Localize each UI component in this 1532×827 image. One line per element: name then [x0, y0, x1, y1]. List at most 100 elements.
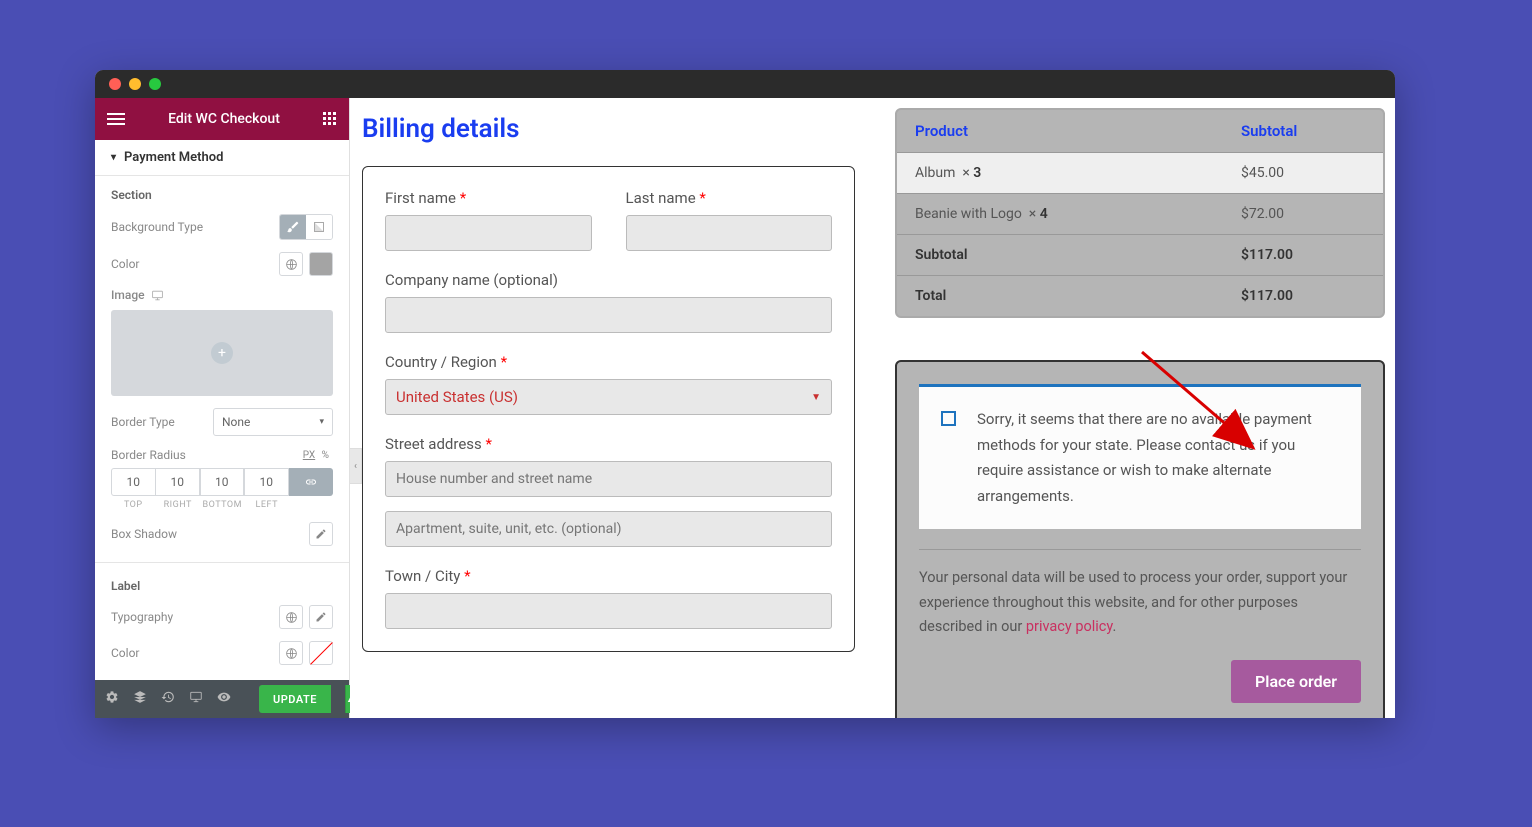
globe-icon [285, 647, 298, 660]
global-color-button[interactable] [279, 641, 303, 665]
place-order-button[interactable]: Place order [1231, 660, 1361, 703]
unit-pct[interactable]: % [322, 450, 329, 461]
panel-body: Section Background Type Color [95, 176, 349, 718]
history-icon[interactable] [161, 690, 175, 708]
typography-label: Typography [111, 610, 173, 624]
settings-icon[interactable] [105, 690, 119, 708]
bg-type-gradient[interactable] [306, 215, 332, 239]
box-shadow-edit[interactable] [309, 522, 333, 546]
label-color-picker[interactable] [309, 641, 333, 665]
background-type-toggle [279, 214, 333, 240]
globe-icon [285, 258, 298, 271]
preview-icon[interactable] [217, 690, 231, 708]
color-row: Color [111, 252, 333, 276]
payment-box: Sorry, it seems that there are no availa… [895, 360, 1385, 718]
globe-icon [285, 611, 298, 624]
table-row: Beanie with Logo × 4 $72.00 [897, 194, 1383, 235]
border-type-select[interactable]: None ▾ [213, 408, 333, 436]
editor-sidebar: Edit WC Checkout ▾ Payment Method Sectio… [95, 98, 350, 718]
box-shadow-row: Box Shadow [111, 522, 333, 546]
image-upload-well[interactable]: + [111, 310, 333, 396]
total-row: Total $117.00 [897, 276, 1383, 317]
product-header: Product [897, 110, 1223, 153]
pencil-icon [315, 528, 327, 540]
global-typography-button[interactable] [279, 605, 303, 629]
radius-left-input[interactable] [244, 468, 289, 496]
border-type-value: None [222, 415, 250, 429]
subtotal-header: Subtotal [1223, 110, 1383, 153]
panel-section-title: Payment Method [124, 150, 223, 165]
company-input[interactable] [385, 297, 832, 333]
country-value: United States (US) [396, 388, 518, 406]
label-color-label: Color [111, 646, 139, 660]
section-heading: Section [111, 188, 333, 202]
preview-area: ‹ Billing details First name * Last name… [350, 98, 1395, 718]
caret-down-icon: ▼ [811, 392, 821, 403]
street2-input[interactable] [385, 511, 832, 547]
grid-icon[interactable] [323, 112, 337, 126]
first-name-input[interactable] [385, 215, 592, 251]
last-name-input[interactable] [626, 215, 833, 251]
collapse-handle[interactable]: ‹ [350, 448, 362, 484]
menu-icon[interactable] [107, 110, 125, 128]
total-value: $117.00 [1223, 276, 1383, 317]
border-radius-row: Border Radius PX % [111, 448, 333, 462]
radius-link-toggle[interactable] [289, 468, 333, 496]
window-titlebar [95, 70, 1395, 98]
responsive-icon[interactable] [189, 690, 203, 708]
notice-text: Sorry, it seems that there are no availa… [977, 410, 1312, 505]
order-summary-table: Product Subtotal Album × 3 $45.00 [895, 108, 1385, 318]
plus-icon: + [211, 342, 233, 364]
bg-type-classic[interactable] [280, 215, 306, 239]
global-color-button[interactable] [279, 252, 303, 276]
image-label-row: Image [111, 288, 333, 302]
navigator-icon[interactable] [133, 690, 147, 708]
city-label: Town / City * [385, 567, 832, 585]
label-section-heading: Label [111, 579, 333, 593]
radius-top-label: TOP [111, 500, 156, 510]
privacy-policy-link[interactable]: privacy policy [1026, 618, 1113, 635]
radius-top-input[interactable] [111, 468, 156, 496]
radius-right-label: RIGHT [156, 500, 201, 510]
update-button[interactable]: UPDATE [259, 685, 331, 713]
background-type-label: Background Type [111, 220, 203, 234]
city-input[interactable] [385, 593, 832, 629]
product-qty: 4 [1040, 206, 1048, 222]
typography-edit[interactable] [309, 605, 333, 629]
panel-header-payment-method[interactable]: ▾ Payment Method [95, 140, 349, 175]
unit-px[interactable]: PX [303, 450, 315, 461]
subtotal-value: $117.00 [1223, 235, 1383, 276]
window-close-button[interactable] [109, 78, 121, 90]
pencil-icon [315, 611, 327, 623]
border-radius-label: Border Radius [111, 448, 186, 462]
country-select[interactable]: United States (US) ▼ [385, 379, 832, 415]
subtotal-row: Subtotal $117.00 [897, 235, 1383, 276]
total-label: Total [897, 276, 1223, 317]
product-name: Beanie with Logo [915, 206, 1022, 222]
radius-bottom-label: BOTTOM [200, 500, 245, 510]
caret-down-icon: ▾ [111, 152, 116, 163]
street-label: Street address * [385, 435, 832, 453]
last-name-label: Last name * [626, 189, 833, 207]
radius-inputs: TOP RIGHT BOTTOM LEFT [111, 468, 333, 510]
company-label: Company name (optional) [385, 271, 832, 289]
sidebar-title: Edit WC Checkout [168, 111, 280, 127]
unit-toggle: PX % [303, 450, 333, 461]
product-price: $45.00 [1223, 153, 1383, 194]
product-qty: 3 [973, 165, 981, 181]
summary-column: Product Subtotal Album × 3 $45.00 [895, 98, 1385, 718]
border-type-label: Border Type [111, 415, 175, 429]
radius-bottom-input[interactable] [200, 468, 245, 496]
caret-down-icon: ▾ [319, 417, 324, 427]
product-price: $72.00 [1223, 194, 1383, 235]
window-maximize-button[interactable] [149, 78, 161, 90]
color-picker[interactable] [309, 252, 333, 276]
bottom-toolbar: UPDATE ▲ [95, 680, 349, 718]
sidebar-header: Edit WC Checkout [95, 98, 349, 140]
street-input[interactable] [385, 461, 832, 497]
window-minimize-button[interactable] [129, 78, 141, 90]
background-type-row: Background Type [111, 214, 333, 240]
radius-right-input[interactable] [155, 468, 200, 496]
content-area: Edit WC Checkout ▾ Payment Method Sectio… [95, 98, 1395, 718]
label-color-row: Color [111, 641, 333, 665]
